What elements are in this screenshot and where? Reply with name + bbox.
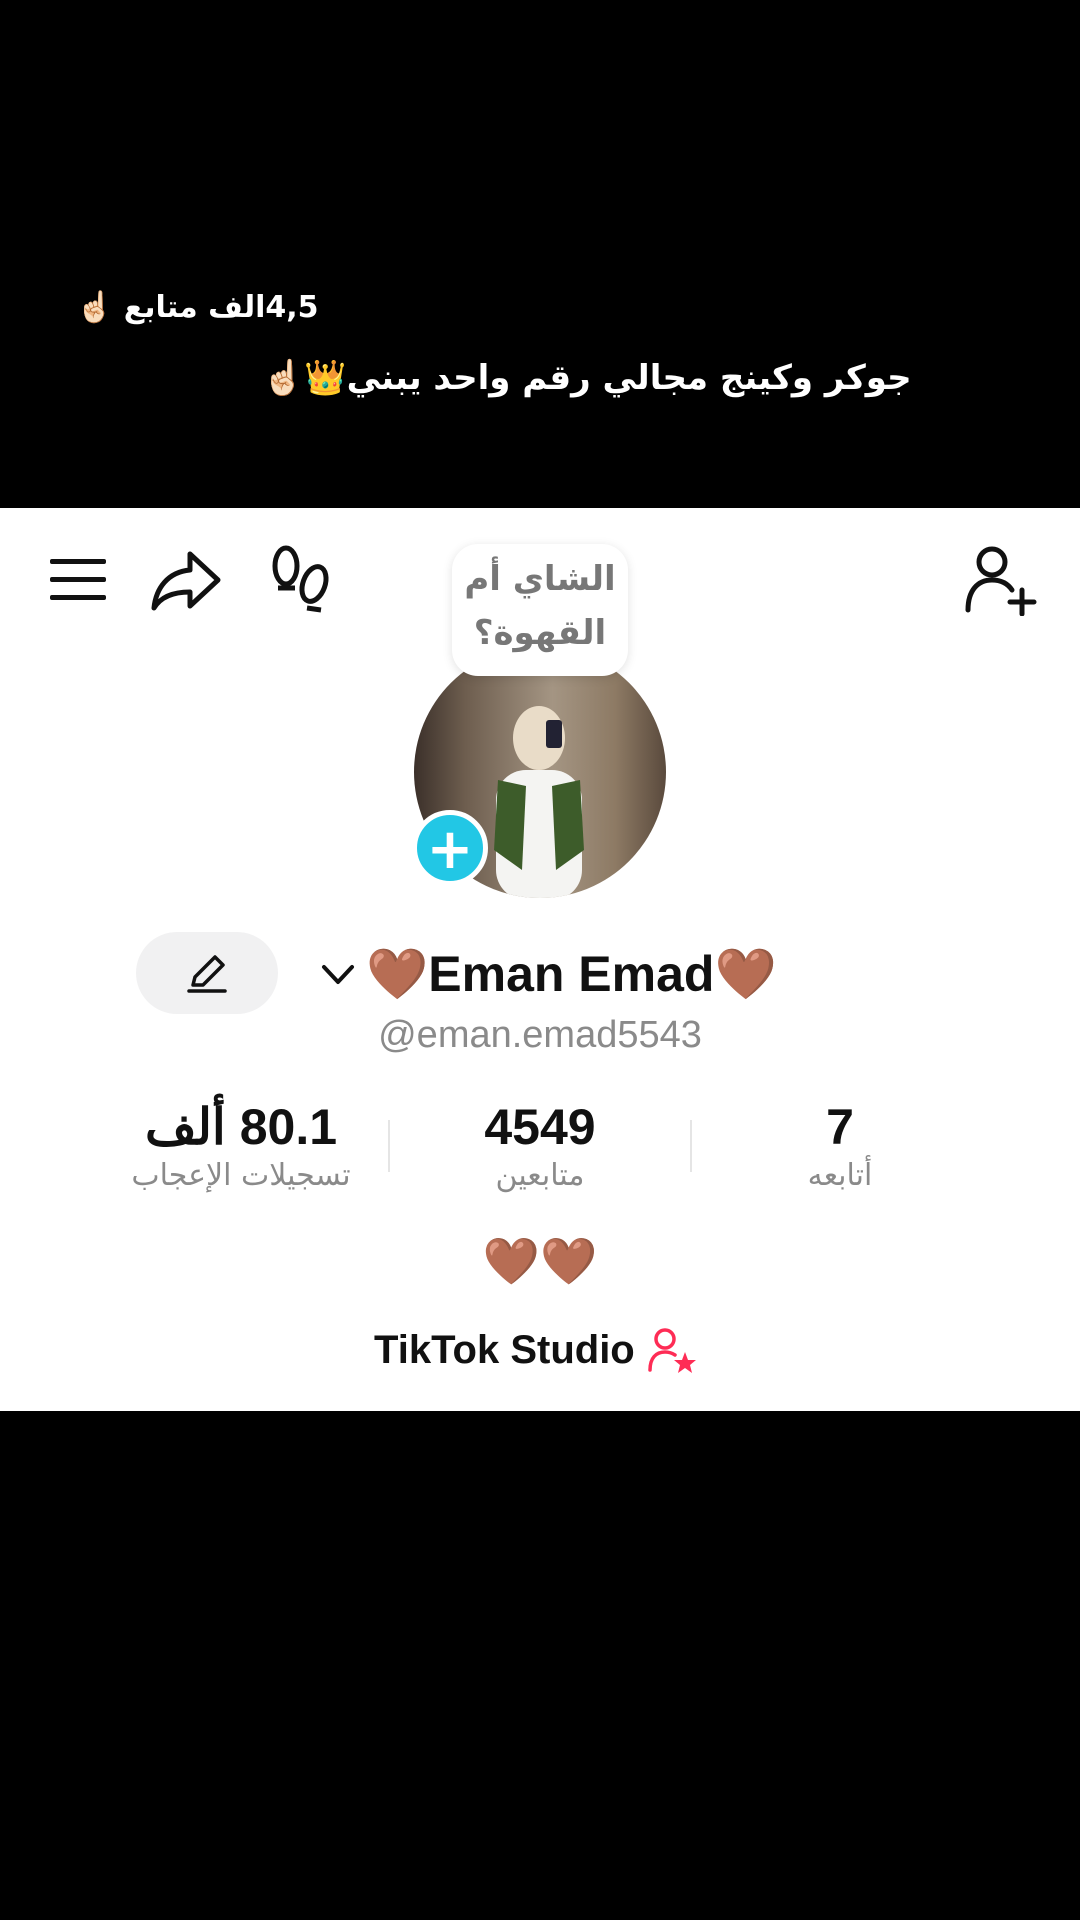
video-caption-overlay: 4,5الف متابع ☝🏻 جوكر وكينج مجالي رقم واح… [0, 0, 1080, 508]
note-bubble[interactable]: الشاي أم القهوة؟ [452, 544, 628, 676]
menu-icon[interactable] [46, 548, 110, 612]
plus-icon: + [426, 817, 474, 882]
account-switcher[interactable]: 🤎Eman Emad🤎 [318, 942, 777, 1006]
likes-count: 80.1 ألف [144, 1099, 338, 1155]
creator-star-icon [648, 1328, 696, 1373]
profile-bio: 🤎🤎 [482, 1234, 598, 1288]
profile-stats: 80.1 ألف تسجيلات الإعجاب 4549 متابعين 7 … [0, 1098, 1080, 1208]
stat-following[interactable]: 7 أتابعه [770, 1098, 910, 1196]
followers-count: 4549 [484, 1099, 596, 1155]
share-icon[interactable] [148, 544, 224, 616]
caption-line-1: 4,5الف متابع ☝🏻 [76, 290, 319, 325]
display-name: 🤎Eman Emad🤎 [366, 945, 777, 1002]
caption-line-2: جوكر وكينج مجالي رقم واحد يبني👑☝🏻 [262, 358, 912, 398]
likes-label: تسجيلات الإعجاب [131, 1158, 351, 1193]
add-story-button[interactable]: + [412, 810, 488, 886]
stat-divider [690, 1120, 692, 1172]
stat-likes[interactable]: 80.1 ألف تسجيلات الإعجاب [96, 1098, 386, 1196]
stat-followers[interactable]: 4549 متابعين [440, 1098, 640, 1196]
stat-divider [388, 1120, 390, 1172]
edit-profile-button[interactable] [136, 932, 278, 1014]
chevron-down-icon [322, 965, 354, 984]
add-friend-icon[interactable] [964, 544, 1040, 616]
username: @eman.emad5543 [378, 1014, 702, 1056]
following-count: 7 [826, 1099, 854, 1155]
pencil-icon [187, 955, 227, 993]
following-label: أتابعه [807, 1158, 873, 1193]
studio-label: TikTok Studio [374, 1327, 635, 1372]
profile-card: الشاي أم القهوة؟ + 🤎Eman Emad🤎 @eman.ema… [0, 508, 1080, 1411]
followers-label: متابعين [495, 1158, 585, 1193]
tiktok-studio-link[interactable]: TikTok Studio [374, 1326, 697, 1374]
footsteps-icon[interactable] [268, 544, 332, 616]
